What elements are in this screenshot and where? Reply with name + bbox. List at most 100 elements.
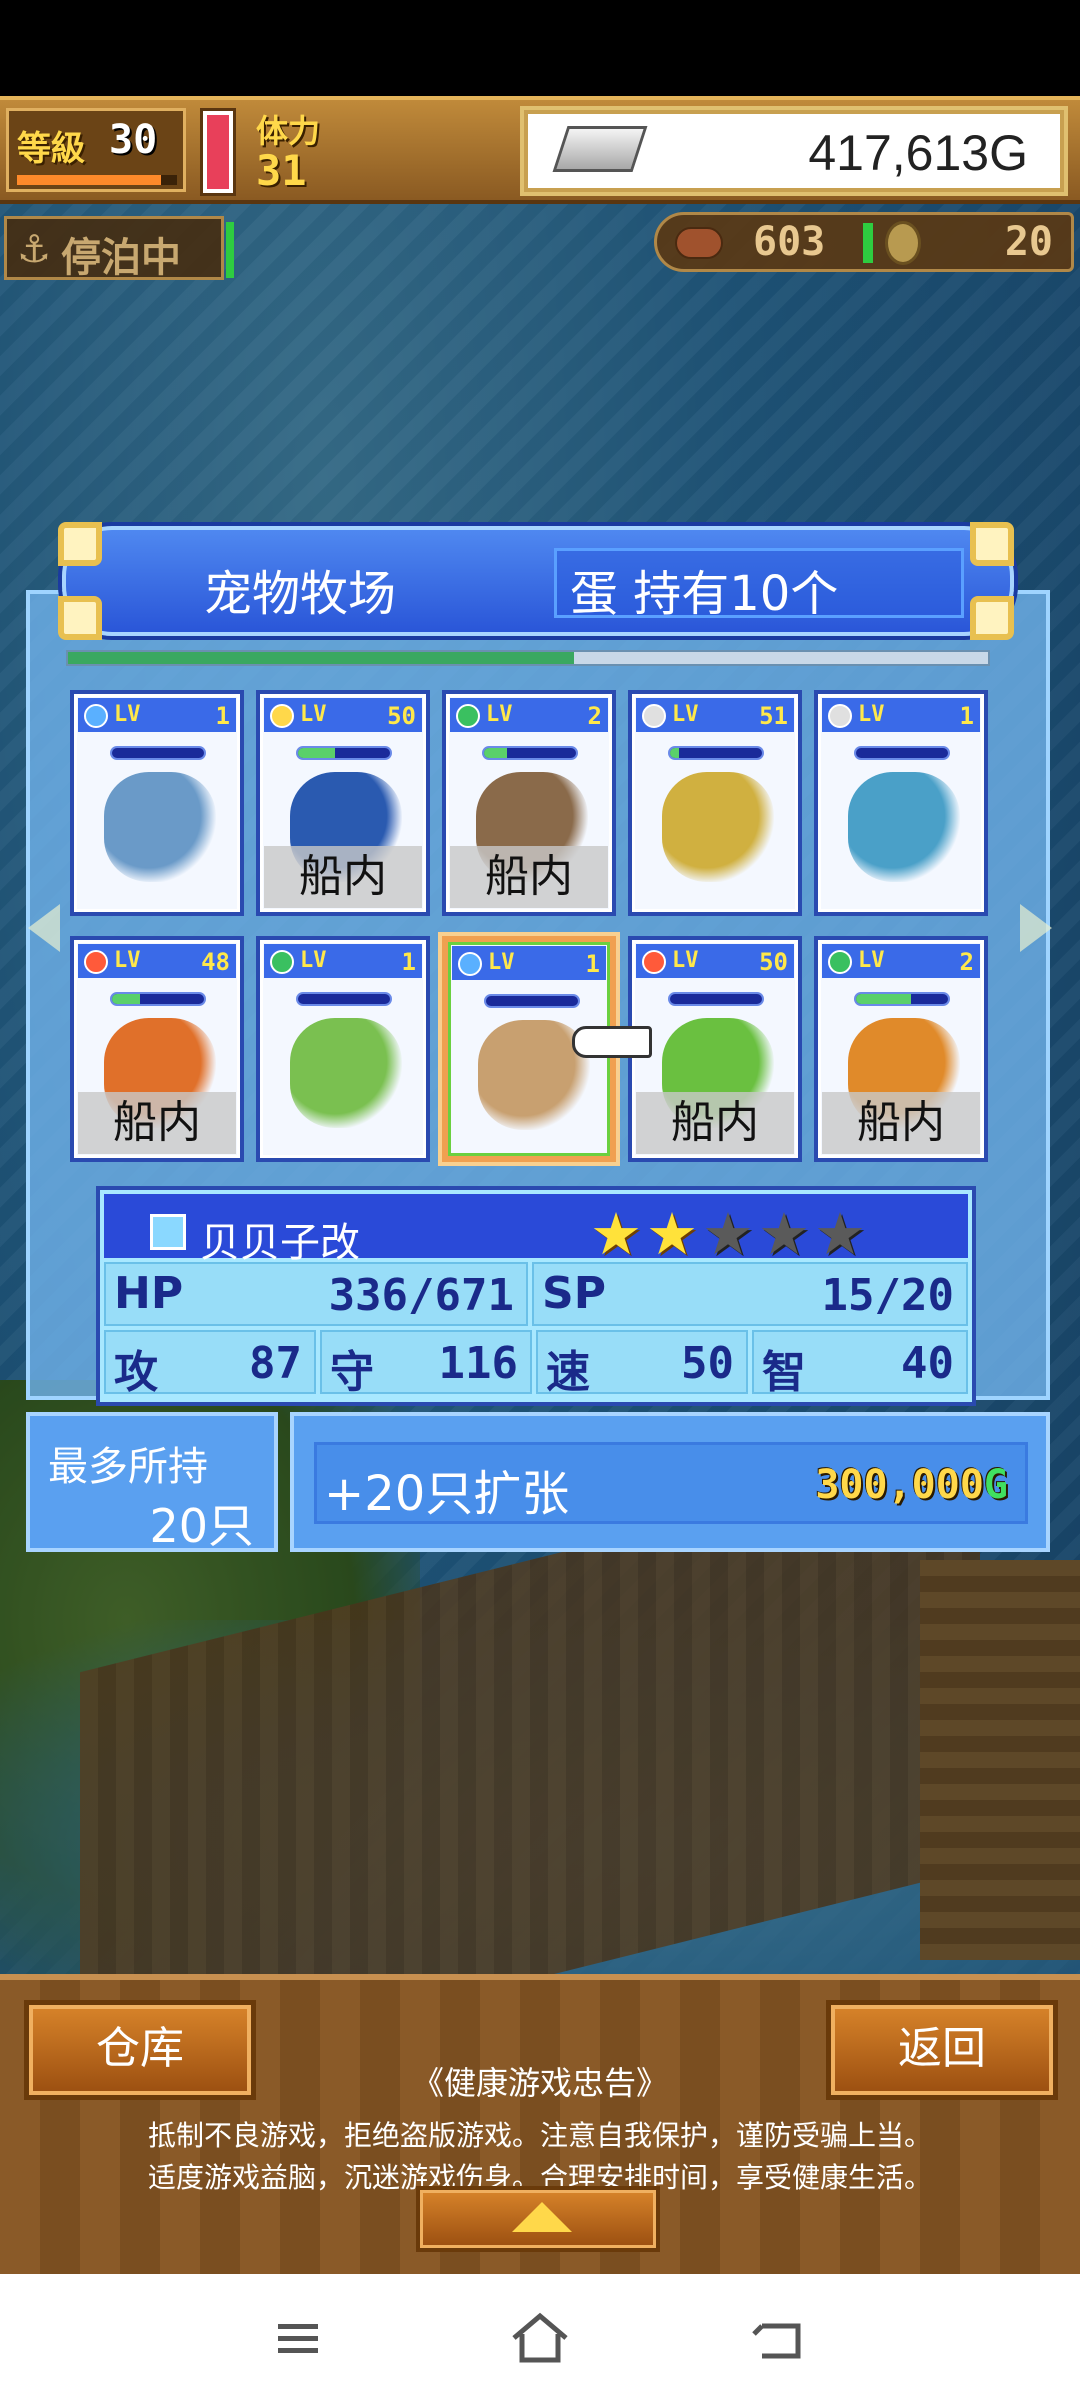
sp-value: 15/20 [821, 1270, 954, 1321]
corner-ornament [970, 596, 1014, 640]
pet-status-label: 船内 [636, 1092, 794, 1154]
level-progress-fill [17, 175, 161, 185]
pet-hp-bar [668, 746, 764, 760]
pet-hp-bar-fill [298, 748, 335, 758]
pet-level-value: 48 [201, 948, 230, 976]
light-element-icon [828, 704, 852, 728]
spd-label: 速 [546, 1347, 590, 1398]
pet-card[interactable]: LV 48 船内 [70, 936, 244, 1162]
egg-count: 蛋 持有10个 [570, 566, 839, 622]
pet-level-value: 2 [587, 702, 602, 730]
green-frog-sprite [290, 1018, 402, 1128]
pet-level-value: 50 [759, 948, 788, 976]
page-right-arrow-icon[interactable] [1020, 904, 1052, 952]
pet-hp-bar [484, 994, 580, 1008]
stats-row: HP 336/671 SP 15/20 [104, 1262, 968, 1326]
menu-icon[interactable] [258, 2304, 338, 2374]
moored-label: 停泊中 [61, 235, 181, 281]
pet-hp-bar-fill [856, 994, 912, 1004]
pet-status-label: 船内 [822, 1092, 980, 1154]
atk-label: 攻 [114, 1347, 158, 1398]
grid-scrollbar[interactable] [66, 650, 990, 666]
silver-bar-icon [552, 126, 648, 172]
pet-level-value: 2 [959, 948, 974, 976]
rarity-stars: ★ ★ ★ ★ ★ [590, 1204, 866, 1264]
pet-hp-bar [854, 746, 950, 760]
pet-level-value: 50 [387, 702, 416, 730]
stats-row: 攻 87 守 116 速 50 智 40 [104, 1330, 968, 1398]
pet-hp-bar [296, 746, 392, 760]
wind-element-icon [456, 704, 480, 728]
page-left-arrow-icon[interactable] [28, 904, 60, 952]
level-progress-bar [17, 175, 177, 185]
back-icon[interactable] [740, 2304, 820, 2374]
pet-level-label: LV [114, 948, 141, 973]
expand-cost-amount: 300,000 [815, 1462, 984, 1508]
stamina-gauge [200, 108, 236, 196]
system-navbar [0, 2274, 1080, 2400]
corner-ornament [970, 522, 1014, 566]
pet-level-label: LV [672, 948, 699, 973]
star-filled-icon: ★ [590, 1200, 642, 1268]
pet-card[interactable]: LV 50 船内 [628, 936, 802, 1162]
anchor-icon: ⚓ [17, 227, 52, 271]
hp-stat: HP 336/671 [104, 1262, 528, 1326]
water-element-icon [84, 704, 108, 728]
pet-hp-bar [296, 992, 392, 1006]
coin-value: 20 [1004, 219, 1053, 265]
panel-title: 宠物牧场 [203, 566, 396, 622]
atk-stat: 攻 87 [104, 1330, 316, 1398]
stamina-value: 31 [256, 146, 307, 195]
int-stat: 智 40 [752, 1330, 968, 1398]
water-element-icon [458, 952, 482, 976]
pet-hp-bar-fill [670, 748, 680, 758]
moored-indicator [226, 222, 234, 278]
wind-element-icon [828, 950, 852, 974]
hand-pointer-icon [572, 1026, 652, 1058]
top-hud: 等級 30 体力 31 417,613G [0, 96, 1080, 204]
scrollbar-thumb[interactable] [68, 652, 574, 664]
turtle-sprite [104, 772, 216, 882]
pet-status-label: 船内 [264, 846, 422, 908]
pet-card[interactable]: LV 1 [256, 936, 430, 1162]
star-empty-icon: ★ [814, 1200, 866, 1268]
pet-card[interactable]: LV 50 船内 [256, 690, 430, 916]
food-icon [675, 227, 723, 259]
level-value: 30 [109, 117, 158, 163]
corner-ornament [58, 596, 102, 640]
star-empty-icon: ★ [702, 1200, 754, 1268]
spd-stat: 速 50 [536, 1330, 748, 1398]
fire-element-icon [84, 950, 108, 974]
pet-level-label: LV [300, 702, 327, 727]
wind-element-icon [270, 950, 294, 974]
pet-level-label: LV [858, 948, 885, 973]
pet-level-label: LV [300, 948, 327, 973]
expand-menu-button[interactable] [416, 2186, 660, 2252]
star-filled-icon: ★ [646, 1200, 698, 1268]
atk-value: 87 [249, 1338, 302, 1389]
pet-level-value: 1 [959, 702, 974, 730]
pet-level-label: LV [858, 702, 885, 727]
pet-level-label: LV [486, 702, 513, 727]
up-arrow-icon [512, 2202, 572, 2232]
pet-level-value: 1 [585, 950, 600, 978]
pet-level-value: 1 [215, 702, 230, 730]
pet-hp-bar [110, 992, 206, 1006]
level-label: 等級 [17, 129, 85, 169]
health-notice-line: 抵制不良游戏，拒绝盗版游戏。注意自我保护，谨防受骗上当。 [147, 2119, 932, 2152]
pet-card[interactable]: LV 51 [628, 690, 802, 916]
sp-label: SP [542, 1268, 606, 1319]
thunder-element-icon [270, 704, 294, 728]
expand-capacity-button[interactable]: +20只扩张 300,000G [290, 1412, 1050, 1552]
pet-level-label: LV [672, 702, 699, 727]
stamina-gauge-fill [207, 115, 229, 189]
def-label: 守 [330, 1347, 374, 1398]
home-icon[interactable] [500, 2304, 580, 2374]
level-box: 等級 30 [6, 108, 186, 192]
coin-icon [885, 221, 921, 265]
pet-card[interactable]: LV 2 船内 [442, 690, 616, 916]
pet-card[interactable]: LV 1 [70, 690, 244, 916]
pet-card[interactable]: LV 2 船内 [814, 936, 988, 1162]
gold-display: 417,613G [520, 106, 1068, 196]
pet-card[interactable]: LV 1 [814, 690, 988, 916]
